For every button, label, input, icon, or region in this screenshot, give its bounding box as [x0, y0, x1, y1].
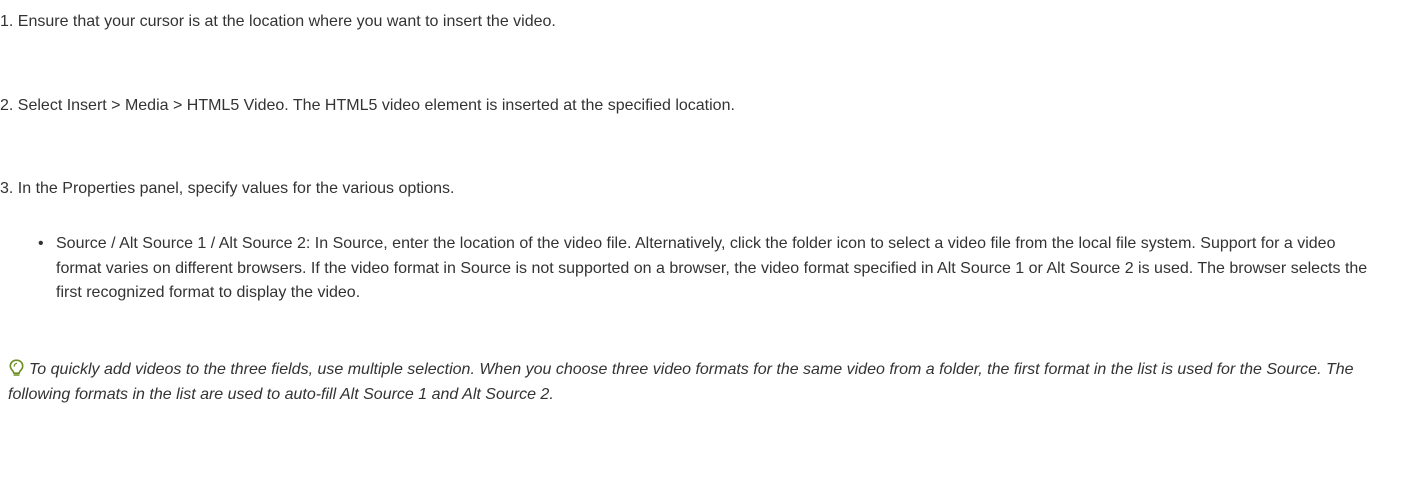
- step-1: 1. Ensure that your cursor is at the loc…: [0, 13, 556, 30]
- options-list: • Source / Alt Source 1 / Alt Source 2: …: [38, 232, 1378, 306]
- bullet-marker: •: [38, 235, 44, 252]
- list-item: • Source / Alt Source 1 / Alt Source 2: …: [38, 232, 1378, 306]
- step-3: 3. In the Properties panel, specify valu…: [0, 180, 455, 197]
- tip-text: To quickly add videos to the three field…: [8, 361, 1354, 403]
- option-source-description: Source / Alt Source 1 / Alt Source 2: In…: [56, 235, 1368, 301]
- tip-note: To quickly add videos to the three field…: [8, 358, 1398, 407]
- step-2: 2. Select Insert > Media > HTML5 Video. …: [0, 97, 735, 114]
- lightbulb-icon: [8, 359, 25, 377]
